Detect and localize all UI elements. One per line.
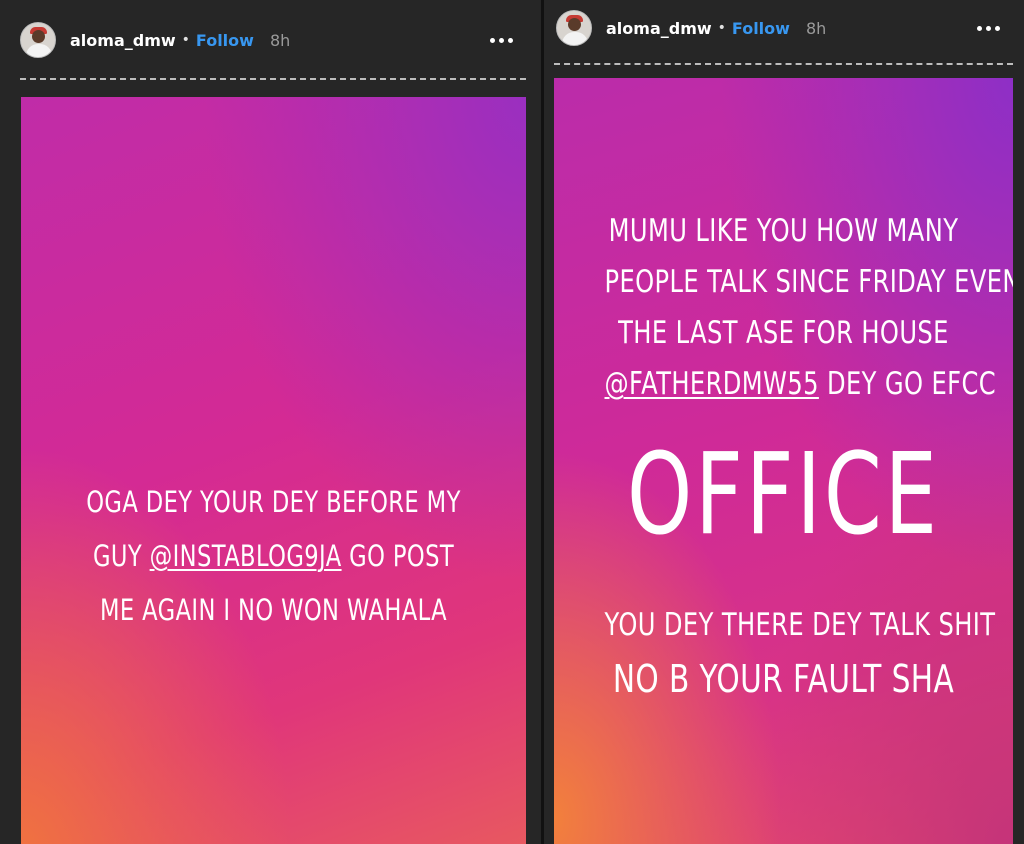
avatar[interactable] — [20, 22, 56, 58]
caption-big-text: OFFICE — [626, 430, 941, 560]
post-time: 8h — [269, 30, 291, 50]
post-time: 8h — [805, 18, 827, 38]
caption-line: GUY @INSTABLOG9JA GO POST — [77, 529, 471, 583]
story-viewer-left: aloma_dmw • Follow 8h OGA DEY YOUR DEY B… — [0, 0, 541, 844]
caption-line: YOU DEY THERE DEY TALK SHIT — [604, 607, 996, 643]
follow-button[interactable]: Follow — [732, 19, 790, 38]
separator-dot: • — [717, 20, 726, 36]
caption-line: THE LAST ASE FOR HOUSE — [618, 315, 949, 351]
username[interactable]: aloma_dmw — [70, 31, 176, 50]
story-caption-top: MUMU LIKE YOU HOW MANY PEOPLE TALK SINCE… — [554, 206, 1013, 410]
caption-line: MUMU LIKE YOU HOW MANY — [608, 213, 959, 249]
caption-text: DEY GO EFCC — [818, 366, 997, 402]
mention-link[interactable]: @FATHERDMW55 — [604, 366, 818, 402]
story-content[interactable]: MUMU LIKE YOU HOW MANY PEOPLE TALK SINCE… — [554, 78, 1013, 844]
more-options-icon[interactable] — [490, 38, 513, 43]
caption-line: OGA DEY YOUR DEY BEFORE MY — [86, 485, 461, 519]
story-header: aloma_dmw • Follow 8h — [544, 8, 1024, 48]
story-caption-big: OFFICE — [554, 430, 1013, 560]
avatar[interactable] — [556, 10, 592, 46]
follow-button[interactable]: Follow — [196, 31, 254, 50]
username[interactable]: aloma_dmw — [606, 19, 712, 38]
caption-line: PEOPLE TALK SINCE FRIDAY EVEN — [604, 264, 1013, 300]
story-header: aloma_dmw • Follow 8h — [0, 20, 541, 60]
caption-line: ME AGAIN I NO WON WAHALA — [100, 593, 447, 627]
story-progress-bar — [554, 63, 1013, 65]
caption-text: GUY — [92, 539, 150, 573]
caption-line: NO B YOUR FAULT SHA — [612, 657, 955, 701]
separator-dot: • — [181, 32, 190, 48]
story-caption: OGA DEY YOUR DEY BEFORE MY GUY @INSTABLO… — [21, 475, 526, 637]
story-progress-bar — [20, 78, 526, 80]
story-content[interactable]: OGA DEY YOUR DEY BEFORE MY GUY @INSTABLO… — [21, 97, 526, 844]
mention-link[interactable]: @INSTABLOG9JA — [150, 539, 342, 573]
caption-line: @FATHERDMW55 DEY GO EFCC — [604, 359, 995, 410]
caption-text: GO POST — [341, 539, 455, 573]
story-caption-bottom: YOU DEY THERE DEY TALK SHIT NO B YOUR FA… — [554, 598, 1013, 706]
more-options-icon[interactable] — [977, 26, 1000, 31]
story-viewer-right: aloma_dmw • Follow 8h MUMU LIKE YOU HOW … — [544, 0, 1024, 844]
